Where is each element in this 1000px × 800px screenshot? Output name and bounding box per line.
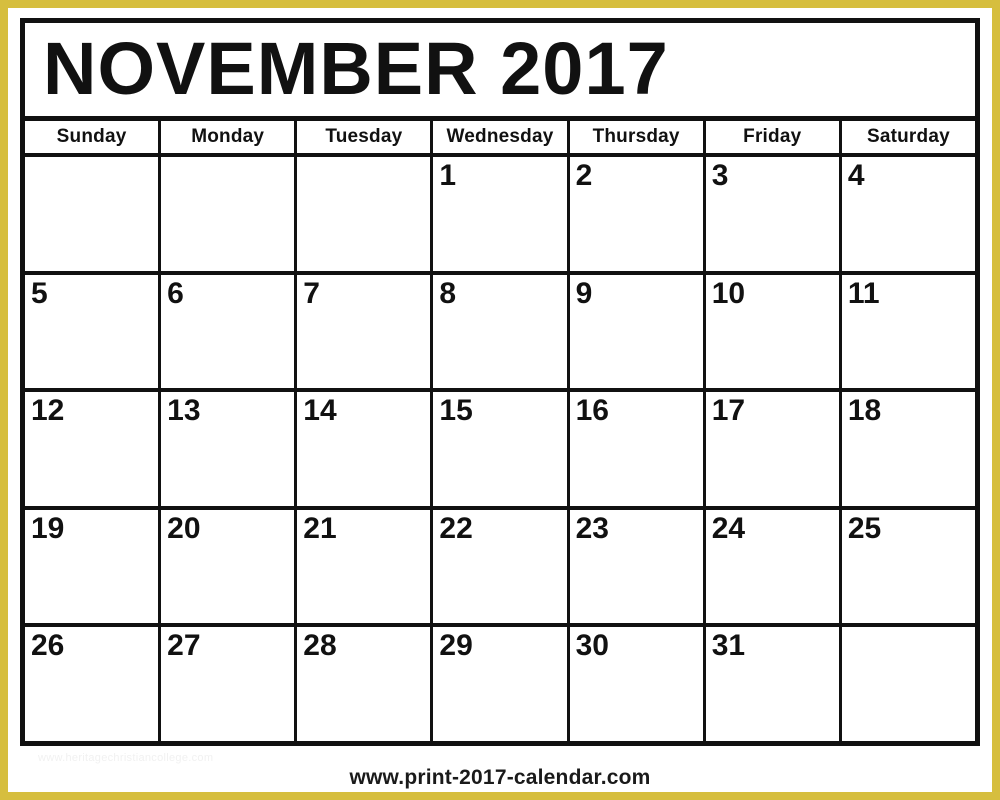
day-cell[interactable]: 21 — [297, 509, 434, 624]
day-cell[interactable]: 14 — [297, 392, 434, 506]
footer: www.heritagechristiancollege.com www.pri… — [20, 746, 980, 792]
day-number: 26 — [31, 629, 65, 663]
day-cell[interactable]: 9 — [569, 274, 706, 389]
day-cell[interactable]: 7 — [297, 274, 434, 389]
day-cell[interactable]: 2 — [569, 157, 706, 271]
day-number: 14 — [303, 394, 337, 428]
day-cell[interactable]: 24 — [705, 509, 842, 624]
day-cell[interactable] — [841, 627, 975, 741]
weekday-label: Friday — [743, 126, 802, 147]
day-cell[interactable]: 11 — [841, 274, 975, 389]
day-number: 16 — [575, 394, 609, 428]
week-row: 1 2 3 4 — [25, 157, 975, 275]
weekday-header-monday: Monday — [161, 121, 298, 153]
day-number: 10 — [711, 276, 746, 310]
day-number: 6 — [167, 276, 184, 310]
day-number: 31 — [711, 629, 746, 663]
day-number: 19 — [31, 511, 65, 545]
day-number: 2 — [575, 159, 593, 192]
day-cell[interactable]: 20 — [161, 509, 298, 624]
day-cell[interactable]: 13 — [161, 392, 298, 506]
day-number: 30 — [575, 629, 609, 663]
page-title: NOVEMBER 2017 — [43, 27, 669, 111]
day-cell[interactable]: 25 — [841, 509, 975, 624]
day-cell[interactable]: 16 — [569, 392, 706, 506]
day-cell[interactable]: 19 — [25, 509, 162, 624]
calendar-frame: NOVEMBER 2017 Sunday Monday Tuesday Wedn… — [20, 18, 980, 746]
footer-url[interactable]: www.print-2017-calendar.com — [20, 766, 980, 790]
weekday-header-row: Sunday Monday Tuesday Wednesday Thursday… — [25, 121, 975, 157]
day-number: 21 — [303, 511, 337, 545]
weekday-label: Sunday — [56, 126, 127, 147]
day-cell[interactable]: 15 — [433, 392, 570, 506]
weekday-label: Wednesday — [446, 126, 554, 147]
day-number: 4 — [847, 159, 865, 192]
date-grid: 1 2 3 4 5 6 7 8 9 10 11 12 13 14 15 16 1… — [25, 157, 975, 741]
day-number: 24 — [711, 511, 746, 545]
week-row: 5 6 7 8 9 10 11 — [25, 274, 975, 393]
week-row: 26 27 28 29 30 31 — [25, 627, 975, 741]
day-cell[interactable]: 8 — [433, 274, 570, 389]
week-row: 12 13 14 15 16 17 18 — [25, 392, 975, 510]
day-cell[interactable] — [25, 157, 162, 271]
day-number: 28 — [303, 629, 337, 663]
day-cell[interactable] — [161, 157, 298, 271]
day-number: 23 — [575, 511, 609, 545]
day-cell[interactable]: 10 — [705, 274, 842, 389]
day-cell[interactable]: 22 — [433, 509, 570, 624]
day-number: 7 — [303, 276, 320, 310]
day-number: 9 — [575, 276, 593, 310]
day-cell[interactable]: 6 — [161, 274, 298, 389]
day-cell[interactable]: 27 — [161, 627, 298, 741]
day-number: 15 — [439, 394, 473, 428]
day-number: 25 — [847, 511, 882, 545]
day-number: 29 — [439, 629, 473, 663]
week-row: 19 20 21 22 23 24 25 — [25, 509, 975, 628]
day-cell[interactable]: 12 — [25, 392, 162, 506]
day-number: 17 — [711, 394, 746, 428]
day-number: 11 — [847, 276, 880, 310]
weekday-label: Saturday — [866, 126, 950, 147]
day-number: 18 — [847, 394, 882, 428]
day-cell[interactable]: 17 — [705, 392, 842, 506]
title-band: NOVEMBER 2017 — [25, 23, 975, 121]
calendar-sheet: NOVEMBER 2017 Sunday Monday Tuesday Wedn… — [8, 8, 992, 792]
calendar-page: NOVEMBER 2017 Sunday Monday Tuesday Wedn… — [0, 0, 1000, 800]
day-cell[interactable]: 31 — [705, 627, 842, 741]
day-cell[interactable]: 29 — [433, 627, 570, 741]
day-cell[interactable]: 5 — [25, 274, 162, 389]
weekday-label: Tuesday — [325, 126, 403, 147]
day-number: 22 — [439, 511, 473, 545]
day-cell[interactable]: 23 — [569, 509, 706, 624]
watermark-text: www.heritagechristiancollege.com — [38, 752, 214, 764]
weekday-header-friday: Friday — [705, 121, 842, 153]
weekday-header-thursday: Thursday — [569, 121, 706, 153]
weekday-header-wednesday: Wednesday — [433, 121, 570, 153]
day-number: 13 — [167, 394, 201, 428]
day-cell[interactable]: 4 — [841, 157, 975, 271]
day-cell[interactable]: 28 — [297, 627, 434, 741]
weekday-header-saturday: Saturday — [841, 121, 975, 153]
day-cell[interactable]: 3 — [705, 157, 842, 271]
day-number: 20 — [167, 511, 201, 545]
day-number: 12 — [31, 394, 65, 428]
day-cell[interactable]: 26 — [25, 627, 162, 741]
weekday-label: Thursday — [592, 126, 680, 147]
day-cell[interactable]: 1 — [433, 157, 570, 271]
weekday-header-sunday: Sunday — [25, 121, 162, 153]
weekday-label: Monday — [191, 126, 265, 147]
day-number: 1 — [439, 159, 457, 192]
day-cell[interactable] — [297, 157, 434, 271]
day-cell[interactable]: 18 — [841, 392, 975, 506]
day-cell[interactable]: 30 — [569, 627, 706, 741]
day-number: 8 — [439, 276, 457, 310]
weekday-header-tuesday: Tuesday — [297, 121, 434, 153]
day-number: 27 — [167, 629, 201, 663]
day-number: 3 — [711, 159, 729, 192]
day-number: 5 — [31, 276, 48, 310]
